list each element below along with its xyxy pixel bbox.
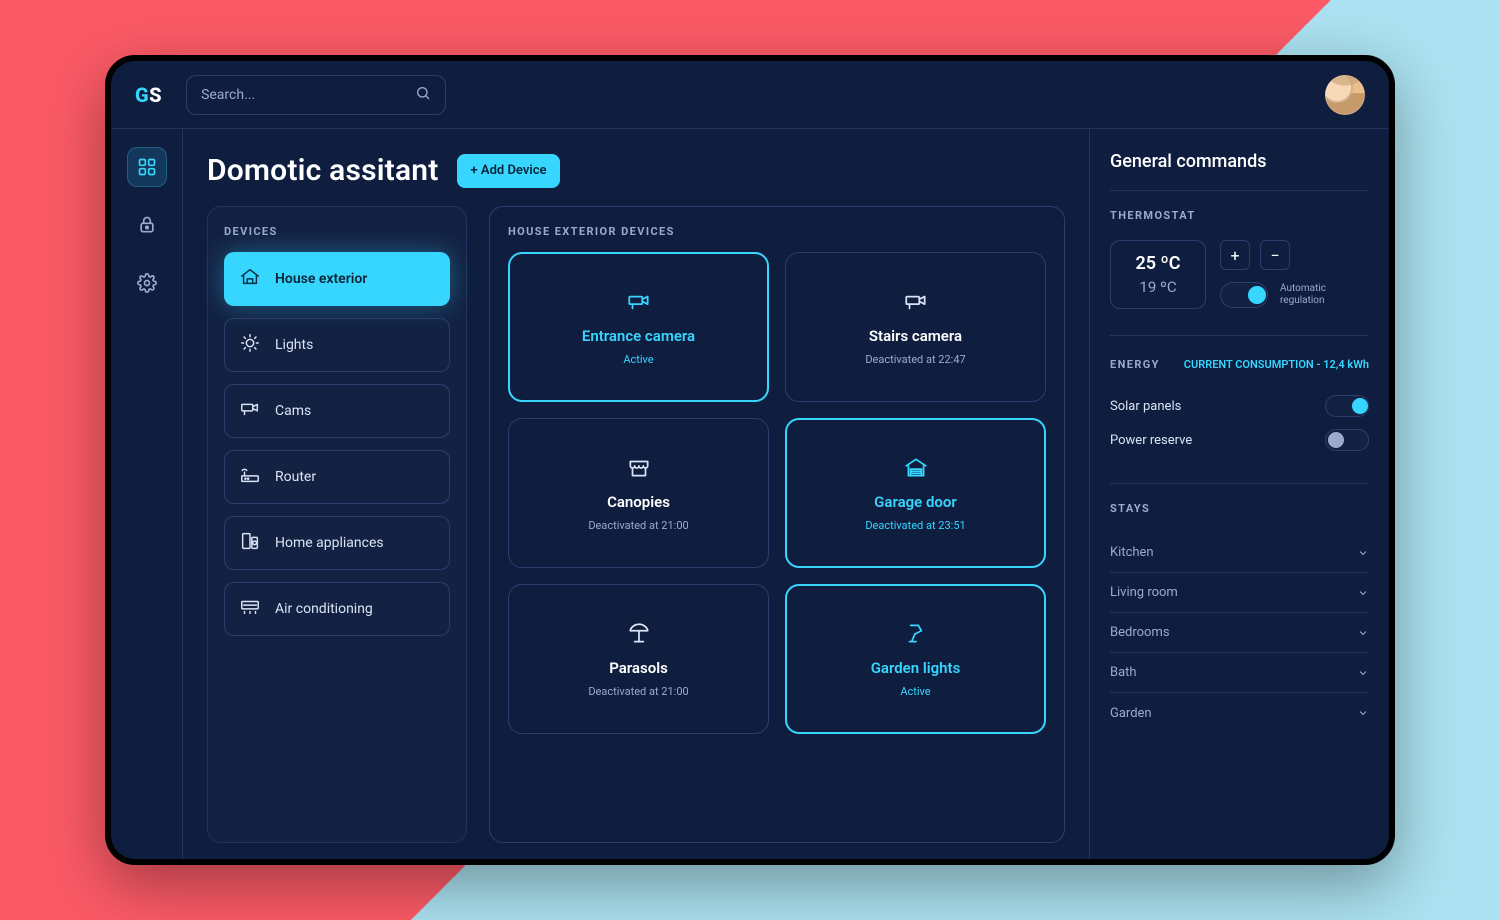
thermostat-plus-button[interactable]: + [1220,240,1250,270]
stay-label: Garden [1110,706,1152,721]
canopy-icon [626,455,652,485]
router-icon [239,464,261,490]
right-title: General commands [1110,151,1369,172]
chevron-down-icon [1357,547,1369,559]
stay-label: Bedrooms [1110,625,1170,640]
device-category-label: Router [275,469,316,485]
app-frame: GS [105,55,1395,865]
device-category-label: Cams [275,403,311,419]
device-card-stairs-camera[interactable]: Stairs camera Deactivated at 22:47 [785,252,1046,402]
stay-label: Living room [1110,585,1178,600]
topbar: GS [111,61,1389,129]
device-card-name: Entrance camera [582,327,695,345]
devices-grid-panel: HOUSE EXTERIOR DEVICES Entrance camera A… [489,206,1065,843]
stay-label: Bath [1110,665,1137,680]
ac-icon [239,596,261,622]
stay-kitchen[interactable]: Kitchen [1110,533,1369,573]
device-card-garden-lights[interactable]: Garden lights Active [785,584,1046,734]
energy-label: Solar panels [1110,399,1181,414]
device-category-cams[interactable]: Cams [224,384,450,438]
app-logo: GS [135,83,162,107]
nav-security[interactable] [127,205,167,245]
device-category-label: Air conditioning [275,601,373,617]
chevron-down-icon [1357,707,1369,719]
energy-toggle-power reserve[interactable] [1325,429,1369,451]
search-input[interactable] [201,87,405,103]
device-category-lights[interactable]: Lights [224,318,450,372]
add-device-button[interactable]: + Add Device [457,154,561,188]
auto-regulation-label: Automatic regulation [1280,283,1326,307]
device-category-house-exterior[interactable]: House exterior [224,252,450,306]
device-category-air-conditioning[interactable]: Air conditioning [224,582,450,636]
energy-label: Power reserve [1110,433,1192,448]
right-panel: General commands THERMOSTAT 25 ºC 19 ºC … [1089,129,1389,859]
device-category-router[interactable]: Router [224,450,450,504]
search-icon [415,85,431,105]
chevron-down-icon [1357,627,1369,639]
lamp-icon [903,621,929,651]
thermostat-minus-button[interactable]: − [1260,240,1290,270]
logo-letter-s: S [149,83,162,107]
stay-bath[interactable]: Bath [1110,653,1369,693]
chevron-down-icon [1357,587,1369,599]
cam-icon [626,289,652,319]
thermostat-temp-current: 25 ºC [1129,253,1187,274]
thermostat-temp-target: 19 ºC [1129,278,1187,296]
device-card-entrance-camera[interactable]: Entrance camera Active [508,252,769,402]
main-panel: Domotic assitant + Add Device DEVICES Ho… [183,129,1089,859]
thermostat-title: THERMOSTAT [1110,209,1369,222]
device-category-home-appliances[interactable]: Home appliances [224,516,450,570]
devices-panel: DEVICES House exterior Lights Cams Route… [207,206,467,843]
device-card-parasols[interactable]: Parasols Deactivated at 21:00 [508,584,769,734]
device-card-name: Stairs camera [869,327,962,345]
device-card-state: Active [900,685,930,698]
stay-bedrooms[interactable]: Bedrooms [1110,613,1369,653]
device-category-label: House exterior [275,271,367,287]
device-card-state: Deactivated at 23:51 [865,519,965,532]
light-icon [239,332,261,358]
garage-icon [903,455,929,485]
energy-consumption: CURRENT CONSUMPTION - 12,4 kWh [1184,358,1369,371]
search-box[interactable] [186,75,446,115]
device-card-state: Deactivated at 21:00 [588,685,688,698]
device-card-name: Canopies [607,493,670,511]
device-card-state: Active [623,353,653,366]
chevron-down-icon [1357,667,1369,679]
device-card-name: Garden lights [871,659,961,677]
device-category-label: Lights [275,337,313,353]
cam-icon [239,398,261,424]
avatar[interactable] [1325,75,1365,115]
stay-living-room[interactable]: Living room [1110,573,1369,613]
grid-title: HOUSE EXTERIOR DEVICES [508,225,1046,238]
device-card-name: Parasols [609,659,668,677]
device-card-state: Deactivated at 21:00 [588,519,688,532]
page-title: Domotic assitant [207,153,439,188]
nav-settings[interactable] [127,263,167,303]
auto-regulation-toggle[interactable] [1220,282,1268,308]
stays-title: STAYS [1110,502,1369,515]
energy-row-solar-panels: Solar panels [1110,389,1369,423]
appliance-icon [239,530,261,556]
house-icon [239,266,261,292]
iconbar [111,129,183,859]
device-card-state: Deactivated at 22:47 [865,353,965,366]
logo-letter-g: G [135,83,149,107]
nav-dashboard[interactable] [127,147,167,187]
device-category-label: Home appliances [275,535,384,551]
device-card-name: Garage door [874,493,957,511]
stay-garden[interactable]: Garden [1110,693,1369,733]
parasol-icon [626,621,652,651]
energy-row-power-reserve: Power reserve [1110,423,1369,457]
cam-icon [903,289,929,319]
stay-label: Kitchen [1110,545,1154,560]
thermostat-display: 25 ºC 19 ºC [1110,240,1206,309]
energy-toggle-solar panels[interactable] [1325,395,1369,417]
energy-title: ENERGY [1110,358,1160,371]
device-card-garage-door[interactable]: Garage door Deactivated at 23:51 [785,418,1046,568]
device-card-canopies[interactable]: Canopies Deactivated at 21:00 [508,418,769,568]
devices-title: DEVICES [224,225,450,238]
